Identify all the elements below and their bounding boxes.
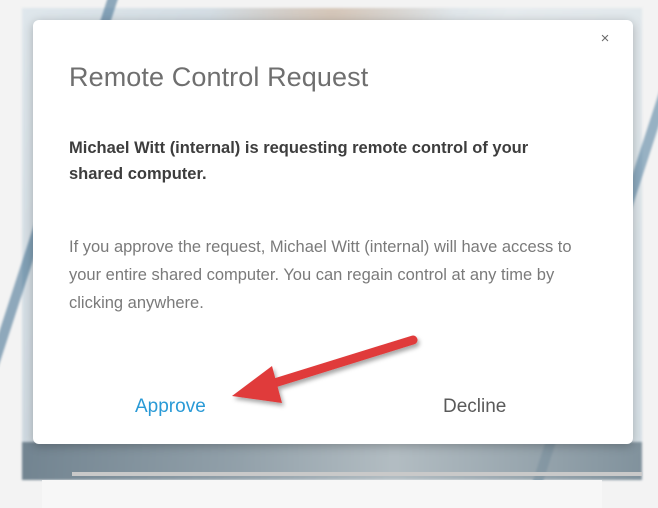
request-message: Michael Witt (internal) is requesting re… (69, 139, 529, 183)
approve-button[interactable]: Approve (135, 396, 206, 418)
screen: × Remote Control Request Michael Witt (i… (0, 0, 658, 508)
lower-panel (42, 480, 602, 508)
decline-button[interactable]: Decline (443, 396, 506, 418)
close-icon[interactable]: × (595, 29, 615, 49)
dialog-title: Remote Control Request (69, 62, 369, 92)
window-shadow (72, 472, 642, 476)
request-detail: If you approve the request, Michael Witt… (69, 238, 572, 312)
remote-control-request-dialog: × Remote Control Request Michael Witt (i… (33, 20, 633, 444)
